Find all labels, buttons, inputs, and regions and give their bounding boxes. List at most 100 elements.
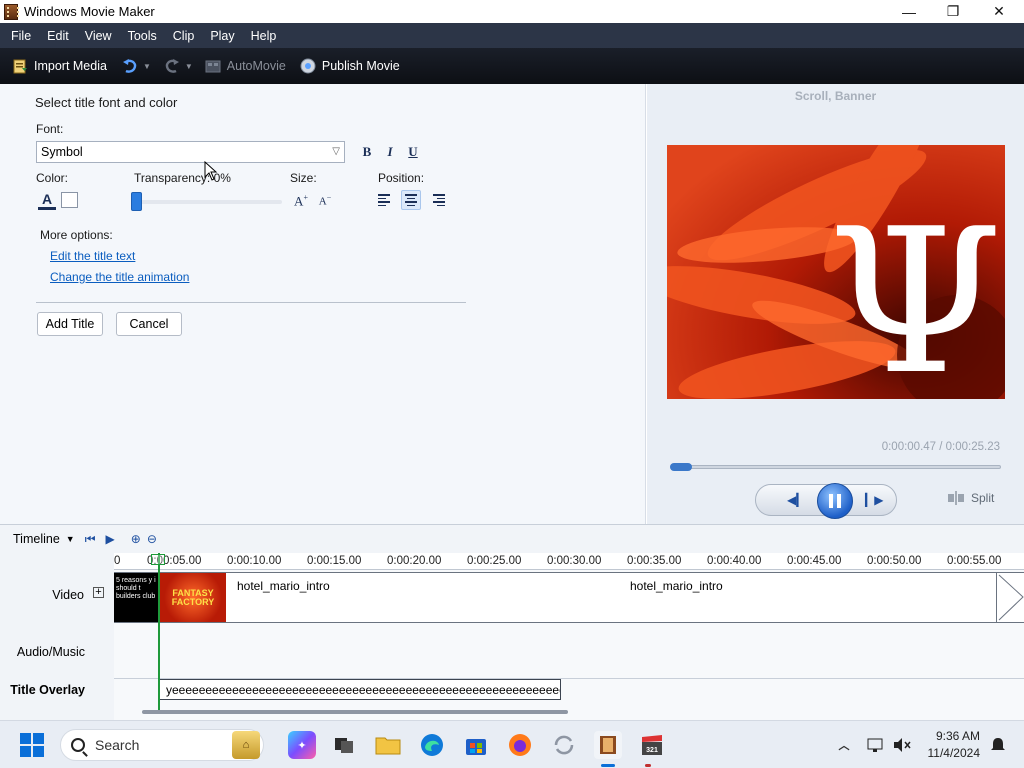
import-media-button[interactable]: Import Media: [12, 58, 107, 74]
playhead[interactable]: [158, 553, 160, 713]
maximize-button[interactable]: ❐: [930, 0, 976, 23]
font-dropdown[interactable]: Symbol ▽: [36, 141, 345, 163]
mouse-cursor-icon: [204, 161, 218, 181]
file-explorer-icon[interactable]: [374, 731, 402, 759]
divider: [36, 302, 466, 303]
font-dropdown-value: Symbol: [41, 145, 83, 159]
pharaoh-widget-icon[interactable]: ⌂: [232, 731, 260, 759]
color-label: Color:: [36, 171, 69, 185]
ruler-tick: 0: [114, 555, 121, 567]
notification-icon[interactable]: [984, 731, 1012, 759]
svg-text:321: 321: [646, 747, 658, 754]
bold-button[interactable]: B: [358, 144, 376, 160]
clock-date[interactable]: 11/4/2024: [916, 746, 981, 760]
pause-button[interactable]: [817, 483, 853, 519]
underline-button[interactable]: U: [404, 144, 422, 160]
title-overlay-track-label: Title Overlay: [10, 683, 85, 697]
split-button[interactable]: Split: [947, 491, 994, 505]
background-color-swatch[interactable]: [61, 192, 78, 208]
audio-track[interactable]: [114, 625, 1024, 679]
network-icon[interactable]: [862, 731, 890, 759]
menu-tools[interactable]: Tools: [128, 29, 157, 43]
automovie-label: AutoMovie: [226, 59, 286, 73]
change-title-animation-link[interactable]: Change the title animation: [50, 270, 189, 284]
increase-size-icon[interactable]: A+: [291, 193, 311, 209]
playhead-handle[interactable]: [151, 554, 165, 565]
transparency-slider-thumb[interactable]: [131, 192, 142, 211]
edit-title-text-link[interactable]: Edit the title text: [50, 249, 135, 263]
next-frame-icon[interactable]: ▎▶: [865, 493, 883, 507]
chevron-down-icon[interactable]: ▼: [66, 534, 75, 544]
movie-maker-taskbar-icon[interactable]: [594, 731, 622, 759]
clapperboard-app-icon[interactable]: 321: [638, 731, 666, 759]
cancel-button[interactable]: Cancel: [116, 312, 182, 336]
ruler-tick: 0:00:30.00: [547, 555, 602, 567]
sync-app-icon[interactable]: [550, 731, 578, 759]
edge-icon[interactable]: [418, 731, 446, 759]
audio-track-label: Audio/Music: [16, 645, 85, 659]
clip-thumbnail[interactable]: 5 reasons y i should t builders club: [114, 573, 159, 622]
align-center-icon[interactable]: [401, 190, 421, 210]
menu-clip[interactable]: Clip: [173, 29, 195, 43]
italic-button[interactable]: I: [381, 144, 399, 160]
copilot-icon[interactable]: ✦: [288, 731, 316, 759]
close-button[interactable]: ✕: [976, 0, 1022, 23]
undo-dropdown-icon[interactable]: ▼: [143, 62, 151, 71]
ruler-tick: 0:00:40.00: [707, 555, 762, 567]
align-left-icon[interactable]: [378, 190, 398, 210]
menu-play[interactable]: Play: [210, 29, 234, 43]
decrease-size-icon[interactable]: A−: [315, 193, 335, 209]
seek-thumb[interactable]: [670, 463, 692, 471]
automovie-icon: [205, 60, 221, 73]
video-track[interactable]: 5 reasons y i should t builders club FAN…: [114, 572, 1024, 623]
expand-icon[interactable]: +: [93, 587, 104, 598]
volume-muted-icon[interactable]: [888, 731, 916, 759]
menu-view[interactable]: View: [85, 29, 112, 43]
transparency-slider-track[interactable]: [134, 200, 282, 204]
toolbar: Import Media ▼ ▼ AutoMovie Publish Movie: [0, 48, 1024, 84]
add-title-button[interactable]: Add Title: [37, 312, 103, 336]
clock-time[interactable]: 9:36 AM: [916, 729, 980, 743]
align-right-icon[interactable]: [425, 190, 445, 210]
zoom-out-icon[interactable]: ⊖: [147, 532, 157, 546]
import-media-label: Import Media: [34, 59, 107, 73]
publish-movie-button[interactable]: Publish Movie: [300, 58, 400, 74]
active-app-indicator: [601, 764, 615, 767]
ruler-tick: 0:00:25.00: [467, 555, 522, 567]
position-label: Position:: [378, 171, 425, 185]
preview-monitor: Ψ: [667, 145, 1005, 399]
title-overlay-clip[interactable]: yeeeeeeeeeeeeeeeeeeeeeeeeeeeeeeeeeeeeeee…: [159, 679, 561, 700]
menu-help[interactable]: Help: [251, 29, 277, 43]
more-options-label: More options:: [40, 228, 113, 242]
menu-edit[interactable]: Edit: [47, 29, 69, 43]
font-color-icon[interactable]: A: [38, 192, 56, 210]
start-button[interactable]: [20, 733, 44, 757]
rewind-icon[interactable]: ⏮: [85, 532, 96, 547]
chevron-up-icon[interactable]: ︿: [830, 731, 858, 759]
panel-heading: Select title font and color: [35, 95, 178, 110]
play-icon[interactable]: ▶: [106, 532, 115, 546]
zoom-in-icon[interactable]: ⊕: [131, 532, 141, 546]
previous-frame-icon[interactable]: ◀▎: [787, 493, 805, 507]
font-label: Font:: [36, 122, 64, 136]
firefox-icon[interactable]: [506, 731, 534, 759]
preview-panel: Scroll, Banner Ψ 0:00:00.47 / 0:00:25.23…: [647, 84, 1024, 524]
transition-arrow-icon: [998, 574, 1024, 621]
timeline-view-dropdown[interactable]: Timeline: [13, 532, 60, 546]
minimize-button[interactable]: —: [886, 0, 932, 23]
undo-icon[interactable]: [121, 59, 139, 73]
seek-bar[interactable]: [671, 465, 1001, 469]
redo-icon[interactable]: [163, 59, 181, 73]
taskbar: Search ⌂ ✦ 321 ︿ 9:36 AM 11/4/2024: [0, 720, 1024, 768]
ruler-tick: 0:00:55.00: [947, 555, 1002, 567]
horizontal-scrollbar[interactable]: [142, 710, 568, 714]
microsoft-store-icon[interactable]: [462, 731, 490, 759]
timeline-ruler[interactable]: 0 0:00:05.00 0:00:10.00 0:00:15.00 0:00:…: [114, 553, 1024, 570]
timeline-tracks: 5 reasons y i should t builders club FAN…: [114, 570, 1024, 721]
automovie-button[interactable]: AutoMovie: [205, 58, 286, 74]
menu-file[interactable]: File: [11, 29, 31, 43]
task-view-icon[interactable]: [330, 731, 358, 759]
clip-name: hotel_mario_intro: [237, 579, 330, 593]
clip-thumbnail[interactable]: FANTASY FACTORY: [160, 573, 226, 622]
redo-dropdown-icon[interactable]: ▼: [185, 62, 193, 71]
